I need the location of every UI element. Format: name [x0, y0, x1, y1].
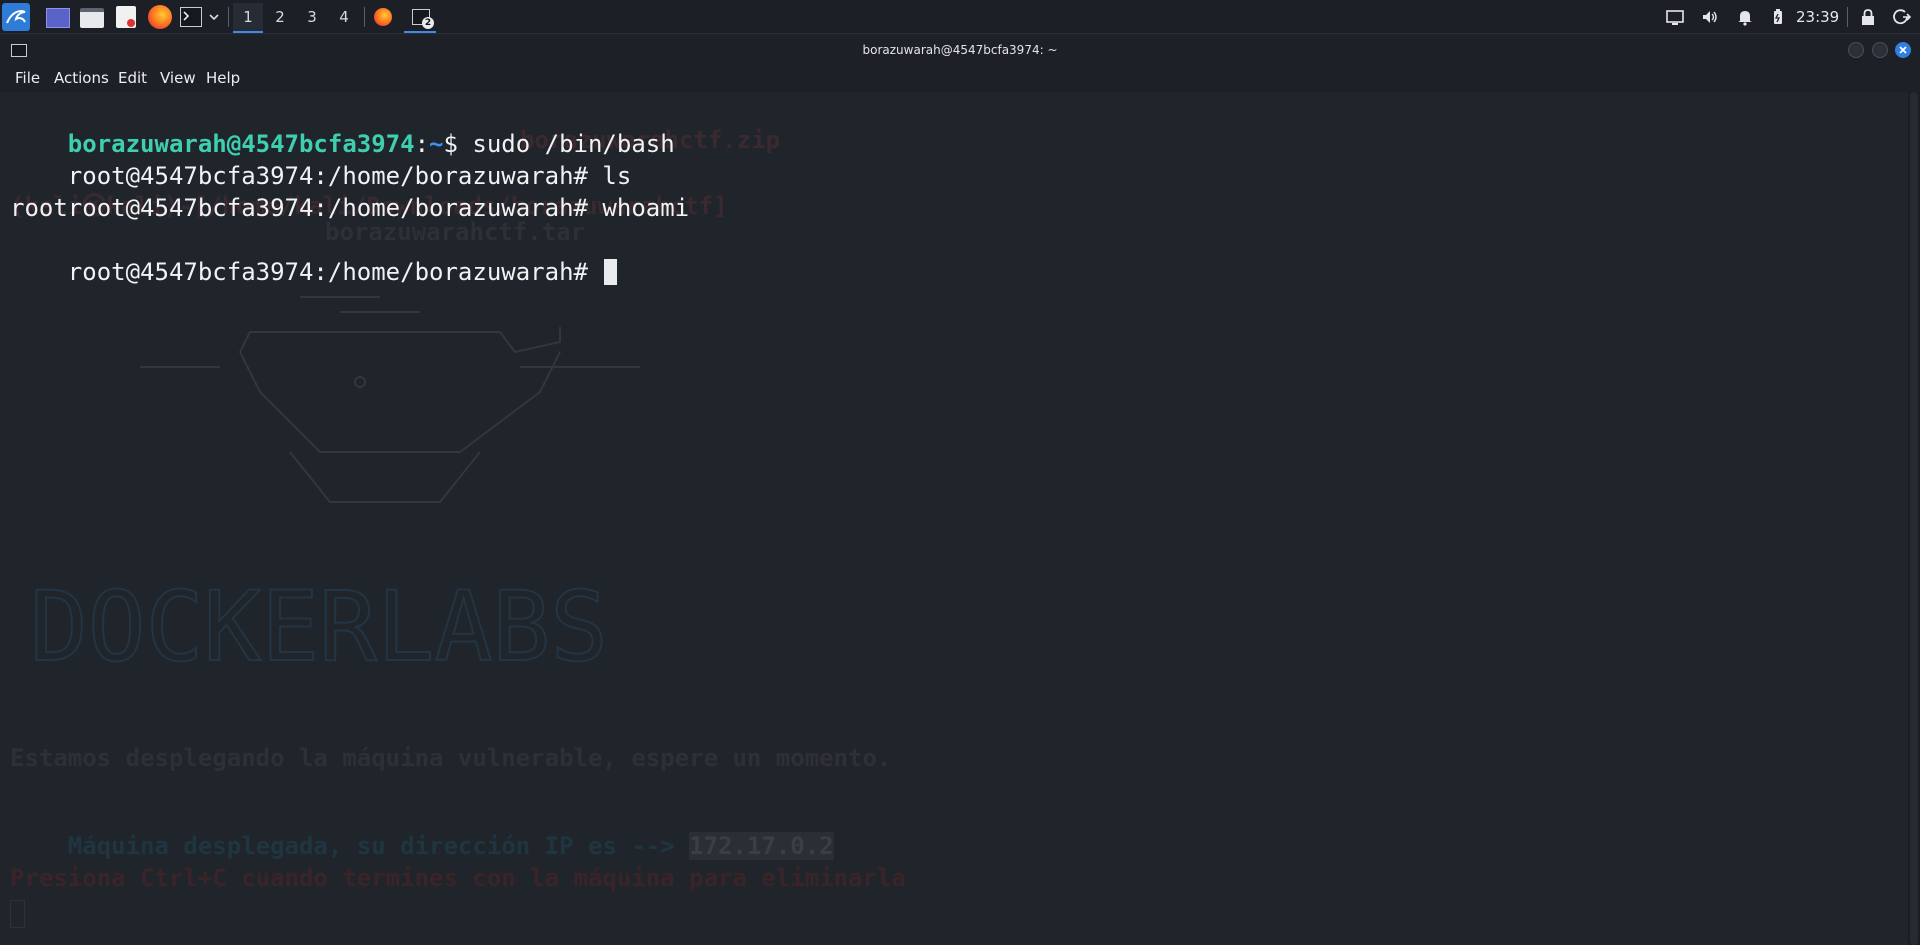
text-cursor [604, 259, 618, 285]
taskbar-separator [364, 7, 365, 27]
terminal-line-1: borazuwarah@4547bcfa3974:~$ sudo /bin/ba… [10, 96, 675, 158]
root-prompt: root@4547bcfa3974:/home/borazuwarah# [67, 258, 603, 286]
kali-menu-icon[interactable] [2, 3, 30, 31]
logout-icon[interactable] [1892, 7, 1912, 27]
display-icon[interactable] [1665, 7, 1685, 27]
maximize-button[interactable] [1872, 42, 1888, 58]
background-ip-label: Máquina desplegada, su dirección IP es -… [67, 832, 690, 860]
command-text: whoami [602, 194, 690, 222]
terminal-output-line: root [10, 194, 68, 222]
taskbar-separator [228, 7, 229, 27]
terminal-line-2: root@4547bcfa3974:/home/borazuwarah# ls [10, 128, 632, 190]
terminal-task-button[interactable]: 2 [404, 3, 436, 33]
scrollbar-thumb[interactable] [1910, 92, 1918, 945]
firefox-task-icon[interactable] [374, 8, 392, 26]
menu-actions[interactable]: Actions [54, 64, 109, 92]
battery-icon[interactable] [1768, 7, 1788, 27]
background-cursor-box [10, 900, 25, 928]
workspace-4[interactable]: 4 [329, 3, 359, 31]
taskbar: 1 2 3 4 2 23:39 [0, 0, 1920, 34]
volume-icon[interactable] [1700, 7, 1720, 27]
lock-icon[interactable] [1858, 7, 1878, 27]
background-exit-msg: Presiona Ctrl+C cuando termines con la m… [10, 864, 906, 892]
window-titlebar[interactable]: borazuwarah@4547bcfa3974: ~ [0, 36, 1920, 64]
chevron-down-icon[interactable] [207, 5, 221, 29]
menu-file[interactable]: File [15, 64, 40, 92]
notifications-icon[interactable] [1735, 7, 1755, 27]
workspace-3[interactable]: 3 [297, 3, 327, 31]
scrollbar[interactable] [1908, 92, 1920, 945]
menu-help[interactable]: Help [206, 64, 240, 92]
terminal-icon[interactable] [180, 7, 202, 27]
close-icon [1899, 46, 1907, 54]
terminal-count-badge: 2 [422, 17, 434, 29]
dockerlabs-logo: DOCKERLABS [30, 582, 609, 672]
workspace-1[interactable]: 1 [233, 3, 263, 33]
text-editor-icon[interactable] [116, 6, 136, 28]
menu-view[interactable]: View [160, 64, 196, 92]
background-ip-value: 172.17.0.2 [689, 832, 834, 860]
file-manager-icon[interactable] [80, 8, 104, 28]
window-title: borazuwarah@4547bcfa3974: ~ [862, 43, 1058, 57]
clock[interactable]: 23:39 [1796, 0, 1839, 34]
menubar: File Actions Edit View Help [0, 64, 1920, 92]
workspace-2[interactable]: 2 [265, 3, 295, 31]
terminal-area[interactable]: borazuwarahctf.zip (kali㉿kali)-[/home/ka… [0, 92, 1920, 945]
minimize-button[interactable] [1848, 42, 1864, 58]
menu-edit[interactable]: Edit [118, 64, 147, 92]
docker-whale-art [140, 296, 640, 503]
background-deploy-msg: Estamos desplegando la máquina vulnerabl… [10, 744, 892, 772]
firefox-icon[interactable] [148, 5, 172, 29]
root-prompt: root@4547bcfa3974:/home/borazuwarah# [67, 194, 603, 222]
terminal-line-3: root@4547bcfa3974:/home/borazuwarah# who… [10, 160, 689, 222]
logo-text: DOCKERLABS [30, 582, 608, 672]
terminal-line-5: root@4547bcfa3974:/home/borazuwarah# [10, 224, 618, 286]
close-button[interactable] [1895, 42, 1911, 58]
taskbar-separator [1847, 7, 1848, 27]
show-desktop-icon[interactable] [46, 8, 70, 28]
